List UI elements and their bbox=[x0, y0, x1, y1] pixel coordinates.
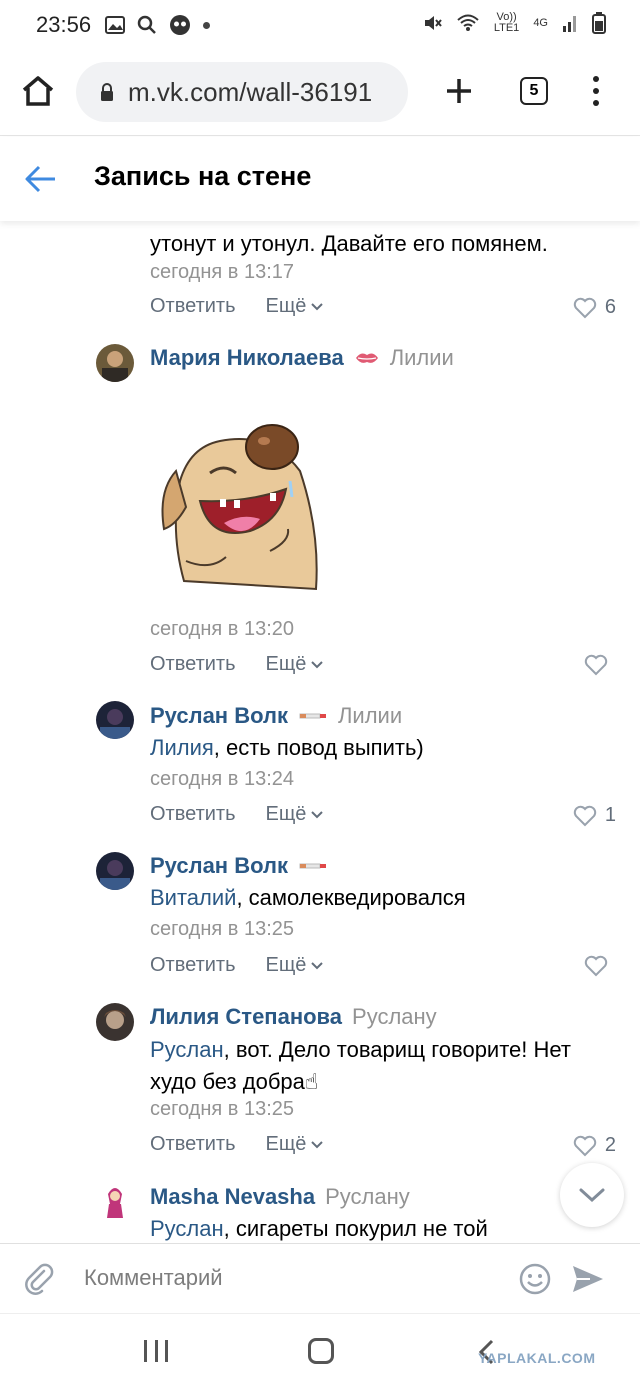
heart-icon bbox=[584, 955, 608, 977]
like-button[interactable]: 6 bbox=[573, 296, 616, 319]
reply-button[interactable]: Ответить bbox=[150, 954, 236, 977]
avatar[interactable] bbox=[96, 1182, 134, 1220]
like-button[interactable]: 2 bbox=[573, 1134, 616, 1157]
more-button[interactable]: Ещё bbox=[266, 1133, 325, 1156]
mute-icon bbox=[424, 16, 442, 30]
app-icon bbox=[170, 15, 191, 35]
reply-button[interactable]: Ответить bbox=[150, 1133, 236, 1156]
smile-icon[interactable] bbox=[518, 1262, 552, 1296]
network-label: Vo)) LTE1 bbox=[493, 11, 520, 34]
comment-author[interactable]: Masha Nevasha Руслану bbox=[150, 1184, 410, 1210]
avatar[interactable] bbox=[96, 344, 134, 382]
reply-button[interactable]: Ответить bbox=[150, 803, 236, 826]
back-arrow-icon[interactable] bbox=[24, 163, 58, 195]
more-button[interactable]: Ещё bbox=[266, 803, 325, 826]
more-button[interactable]: Ещё bbox=[266, 653, 325, 676]
home-icon[interactable] bbox=[20, 73, 56, 109]
comment-bar bbox=[0, 1243, 640, 1313]
avatar[interactable] bbox=[96, 701, 134, 739]
page-title: Запись на стене bbox=[94, 161, 312, 191]
comment-author[interactable]: Мария Николаева Лилии bbox=[150, 345, 454, 371]
more-button[interactable]: Ещё bbox=[266, 954, 325, 977]
lips-badge-icon bbox=[355, 353, 378, 363]
heart-icon bbox=[573, 805, 597, 826]
signal-icon bbox=[563, 16, 576, 32]
comment-input[interactable] bbox=[70, 1258, 490, 1298]
comment-time: сегодня в 13:17 bbox=[150, 261, 294, 283]
reply-button[interactable]: Ответить bbox=[150, 653, 236, 676]
watermark: YAPLAKAL.COM bbox=[478, 1350, 596, 1366]
comment-time: сегодня в 13:25 bbox=[150, 1098, 294, 1120]
like-button[interactable] bbox=[584, 654, 616, 676]
gallery-icon bbox=[105, 16, 126, 34]
address-bar[interactable]: m.vk.com/wall-36191 bbox=[76, 62, 408, 122]
dog-sticker bbox=[161, 424, 318, 591]
tabs-button[interactable]: 5 bbox=[520, 77, 548, 105]
recent-apps-button[interactable] bbox=[144, 1340, 168, 1362]
browser-toolbar: m.vk.com/wall-36191 5 bbox=[0, 50, 640, 136]
paperclip-icon[interactable] bbox=[22, 1262, 56, 1296]
like-count: 1 bbox=[604, 804, 616, 826]
notification-dot-icon bbox=[203, 21, 211, 29]
reply-button[interactable]: Ответить bbox=[150, 295, 236, 318]
cigarette-badge-icon bbox=[299, 863, 326, 869]
mention-link[interactable]: Виталий bbox=[150, 885, 236, 910]
more-button[interactable]: Ещё bbox=[266, 295, 325, 318]
heart-icon bbox=[573, 1135, 597, 1156]
comment-author[interactable]: Лилия Степанова Руслану bbox=[150, 1004, 437, 1030]
heart-icon bbox=[573, 297, 597, 318]
comment-text: Руслан, сигареты покурил не той bbox=[150, 1216, 488, 1241]
comment-actions: Ответить Ещё bbox=[150, 653, 324, 676]
menu-icon[interactable] bbox=[590, 76, 602, 106]
mention-link[interactable]: Лилия bbox=[150, 735, 214, 760]
like-button[interactable]: 1 bbox=[573, 804, 616, 827]
like-button[interactable] bbox=[584, 955, 616, 977]
send-icon[interactable] bbox=[570, 1262, 606, 1296]
chevron-down-icon bbox=[311, 961, 324, 969]
url-text: m.vk.com/wall-36191 bbox=[128, 76, 373, 107]
heart-icon bbox=[584, 654, 608, 676]
chevron-down-icon bbox=[579, 1188, 605, 1203]
comment-time: сегодня в 13:20 bbox=[150, 618, 294, 640]
comment-actions: Ответить Ещё bbox=[150, 295, 324, 318]
comment-time: сегодня в 13:25 bbox=[150, 918, 294, 940]
comment-author[interactable]: Руслан Волк Лилии bbox=[150, 703, 402, 729]
comment-actions: Ответить Ещё bbox=[150, 803, 324, 826]
comment-text: утонут и утонул. Давайте его помянем. bbox=[150, 231, 548, 256]
mention-link[interactable]: Руслан bbox=[150, 1037, 224, 1062]
comment-actions: Ответить Ещё bbox=[150, 954, 324, 977]
system-nav-bar: YAPLAKAL.COM bbox=[0, 1313, 640, 1387]
mention-link[interactable]: Руслан bbox=[150, 1216, 224, 1241]
chevron-down-icon bbox=[311, 302, 324, 310]
plus-icon[interactable] bbox=[444, 76, 474, 106]
scroll-down-button[interactable] bbox=[560, 1163, 624, 1227]
like-count: 6 bbox=[604, 296, 616, 318]
battery-icon bbox=[592, 12, 606, 34]
lock-icon bbox=[101, 83, 113, 101]
comment-text: Руслан, вот. Дело товарищ говорите! Нет … bbox=[150, 1037, 571, 1094]
home-button[interactable] bbox=[308, 1338, 334, 1364]
comment-time: сегодня в 13:24 bbox=[150, 768, 294, 790]
signal-type: 4G bbox=[533, 16, 548, 29]
wifi-icon bbox=[457, 14, 479, 31]
like-count: 2 bbox=[604, 1134, 616, 1156]
tab-count: 5 bbox=[529, 82, 539, 99]
chevron-down-icon bbox=[311, 660, 324, 668]
comment-author[interactable]: Руслан Волк bbox=[150, 853, 328, 879]
comment-text: Лилия, есть повод выпить) bbox=[150, 735, 424, 760]
chevron-down-icon bbox=[311, 1140, 324, 1148]
page-header: Запись на стене bbox=[0, 137, 640, 221]
chevron-down-icon bbox=[311, 810, 324, 818]
comment-actions: Ответить Ещё bbox=[150, 1133, 324, 1156]
cigarette-badge-icon bbox=[299, 713, 326, 719]
search-icon bbox=[137, 15, 156, 34]
comment-text: Виталий, самолекведировался bbox=[150, 885, 466, 910]
avatar[interactable] bbox=[96, 852, 134, 890]
status-bar: 23:56 Vo)) LTE1 4G bbox=[0, 0, 640, 50]
status-time: 23:56 bbox=[36, 12, 92, 37]
comments-feed[interactable]: утонут и утонул. Давайте его помянем. се… bbox=[0, 221, 640, 1243]
avatar[interactable] bbox=[96, 1003, 134, 1041]
